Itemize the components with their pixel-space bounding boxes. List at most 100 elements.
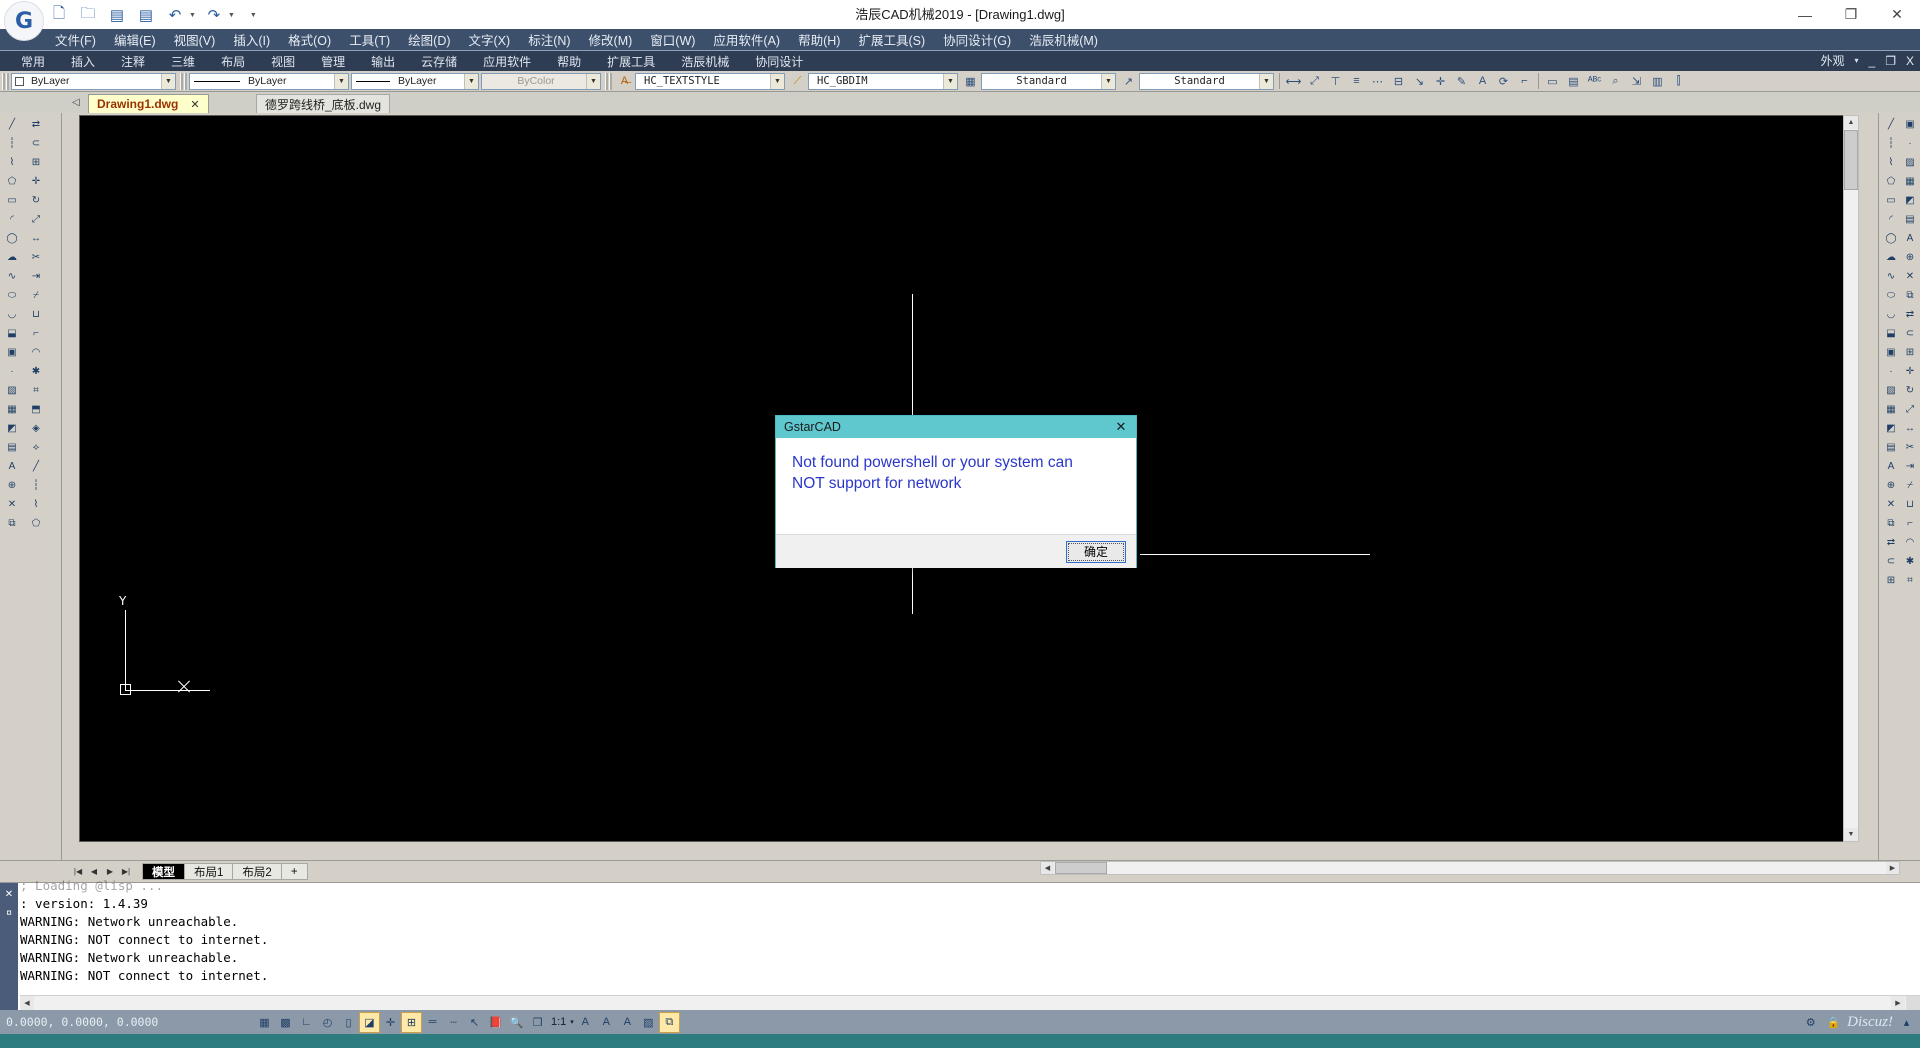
off-layer-icon[interactable]: ⬭ xyxy=(1881,286,1901,305)
arc-icon[interactable]: ◜ xyxy=(2,210,22,229)
spline-icon[interactable]: ∿ xyxy=(2,267,22,286)
delete-layer-icon[interactable]: · xyxy=(1900,134,1920,153)
unisolate-layer-icon[interactable]: ☁ xyxy=(1881,248,1901,267)
break-icon[interactable]: ⌿ xyxy=(26,286,46,305)
annotation-scale-label[interactable]: 1:1 xyxy=(551,1016,566,1028)
multiline-text-icon[interactable]: A xyxy=(2,457,22,476)
leader-icon[interactable]: ↘ xyxy=(1410,72,1429,91)
fillet-icon[interactable]: ◠ xyxy=(26,343,46,362)
menu-item-12[interactable]: 帮助(H) xyxy=(789,28,849,51)
app-logo[interactable]: G xyxy=(4,1,44,41)
menu-item-9[interactable]: 修改(M) xyxy=(580,28,642,51)
appearance-caret-icon[interactable]: ▾ xyxy=(1851,56,1863,65)
baseline-dimension-icon[interactable]: ≡ xyxy=(1347,72,1366,91)
ribbon-tab-0[interactable]: 常用 xyxy=(8,51,58,72)
clean-screen-toggle[interactable]: ⧉ xyxy=(658,1011,680,1033)
ribbon-tab-2[interactable]: 注释 xyxy=(108,51,158,72)
thickness-icon[interactable]: ⊕ xyxy=(1881,476,1901,495)
plot-icon[interactable]: ⊞ xyxy=(1881,571,1901,590)
lineweight-combo-arrow-icon[interactable]: ▼ xyxy=(586,73,600,89)
appearance-label[interactable]: 外观 xyxy=(1817,52,1849,69)
ribbon-tab-10[interactable]: 帮助 xyxy=(544,51,594,72)
workspace-switch[interactable]: ❐ xyxy=(528,1013,547,1032)
offset-icon[interactable]: ⊂ xyxy=(26,134,46,153)
ribbon-tab-13[interactable]: 协同设计 xyxy=(742,51,816,72)
freeze-layer-icon[interactable]: ⌐ xyxy=(1900,514,1920,533)
freeze-layer-icon[interactable]: ∿ xyxy=(1881,267,1901,286)
view-icon[interactable]: ⧉ xyxy=(1900,286,1920,305)
plot-icon[interactable]: ⊞ xyxy=(1900,343,1920,362)
toolbar-grip-3[interactable] xyxy=(605,72,612,90)
menu-item-1[interactable]: 编辑(E) xyxy=(105,28,165,51)
close-button[interactable]: ✕ xyxy=(1874,0,1920,29)
text-columns-icon[interactable]: ⫿ xyxy=(1669,72,1688,91)
match-layer-icon[interactable]: ✂ xyxy=(1900,438,1920,457)
textstyle-combo-arrow-icon[interactable]: ▼ xyxy=(770,73,784,89)
unlock-layer-icon[interactable]: ⌗ xyxy=(1900,571,1920,590)
join-icon[interactable]: ⊔ xyxy=(26,305,46,324)
command-panel-close-icon[interactable]: ✕ xyxy=(5,889,13,900)
lock-layer-icon[interactable]: ◡ xyxy=(1881,305,1901,324)
lock-icon[interactable]: 🔒 xyxy=(1824,1013,1843,1032)
justify-text-icon[interactable]: ▥ xyxy=(1648,72,1667,91)
render-icon[interactable]: ✕ xyxy=(1881,495,1901,514)
layers-icon[interactable]: ✛ xyxy=(1900,362,1920,381)
menu-item-11[interactable]: 应用软件(A) xyxy=(704,28,789,51)
ribbon-tab-12[interactable]: 浩辰机械 xyxy=(668,51,742,72)
ribbon-tab-5[interactable]: 视图 xyxy=(258,51,308,72)
text-style-icon[interactable]: ▨ xyxy=(1900,153,1920,172)
maximize-button[interactable]: ❐ xyxy=(1828,0,1874,29)
add-selected-icon[interactable]: ⊕ xyxy=(2,476,22,495)
point-style-icon[interactable]: ▤ xyxy=(1900,210,1920,229)
command-history[interactable]: ; Loading @lisp ...: version: 1.4.39 WARN… xyxy=(20,875,1900,994)
polygon-icon[interactable]: ⟡ xyxy=(26,438,46,457)
table-style-icon[interactable]: ◩ xyxy=(1900,191,1920,210)
off-layer-icon[interactable]: ◠ xyxy=(1900,533,1920,552)
dim-edit-icon[interactable]: ✎ xyxy=(1452,72,1471,91)
snap-toggle[interactable]: ▩ xyxy=(276,1013,295,1032)
make-block-icon[interactable]: ▣ xyxy=(2,343,22,362)
toolbar-grip[interactable] xyxy=(2,72,9,90)
hatch-icon[interactable]: ▨ xyxy=(2,381,22,400)
layer-combo-arrow-icon[interactable]: ▼ xyxy=(161,73,175,89)
table-style-icon[interactable]: ◩ xyxy=(1881,419,1901,438)
scroll-left-icon[interactable]: ◀ xyxy=(1041,862,1054,874)
tolerance-icon[interactable]: ⊤ xyxy=(1326,72,1345,91)
polygon-icon[interactable]: ⬠ xyxy=(2,172,22,191)
expand-status-icon[interactable]: ▴ xyxy=(1897,1013,1916,1032)
isolate-objects-icon[interactable]: ▨ xyxy=(639,1013,658,1032)
doc-close-button[interactable]: X xyxy=(1902,54,1918,68)
unisolate-layer-icon[interactable]: ⊔ xyxy=(1900,495,1920,514)
dim-style-icon[interactable]: ▦ xyxy=(1881,400,1901,419)
continue-dimension-icon[interactable]: ⋯ xyxy=(1368,72,1387,91)
vertical-scroll-thumb[interactable] xyxy=(1844,130,1858,190)
drawing-tab-scroll-left-icon[interactable]: ◁ xyxy=(72,97,80,108)
circle-icon[interactable]: ⌇ xyxy=(26,495,46,514)
stretch-icon[interactable]: ↔ xyxy=(26,229,46,248)
dim-text-edit-icon[interactable]: A xyxy=(1473,72,1492,91)
canvas-vertical-scrollbar[interactable]: ▲ ▼ xyxy=(1843,115,1859,842)
canvas-horizontal-scrollbar[interactable]: ◀ ▶ xyxy=(1040,861,1900,875)
color-combo[interactable]: ByLayer ▼ xyxy=(189,72,349,90)
rotate-icon[interactable]: ↻ xyxy=(26,191,46,210)
construction-line-icon[interactable]: ⬒ xyxy=(26,400,46,419)
text-style-icon[interactable]: ▨ xyxy=(1881,381,1901,400)
doc-minimize-button[interactable]: _ xyxy=(1865,54,1880,68)
toolbar-grip-2[interactable] xyxy=(180,72,187,90)
make-current-icon[interactable]: ⬠ xyxy=(1881,172,1901,191)
point-style-icon[interactable]: ▤ xyxy=(1881,438,1901,457)
quick-properties-toggle[interactable]: 🔍 xyxy=(507,1013,526,1032)
linetype-combo[interactable]: ByLayer ▼ xyxy=(351,72,479,90)
point-icon[interactable]: · xyxy=(2,362,22,381)
command-scroll-left-icon[interactable]: ◀ xyxy=(20,996,34,1010)
layer-state-icon[interactable]: ⌇ xyxy=(1881,153,1901,172)
polyline-icon[interactable]: ◈ xyxy=(26,419,46,438)
dim-break-icon[interactable]: ⌐ xyxy=(1515,72,1534,91)
ribbon-tab-4[interactable]: 布局 xyxy=(208,51,258,72)
table-style-icon[interactable]: ▦ xyxy=(961,72,980,91)
tablestyle-combo-arrow-icon[interactable]: ▼ xyxy=(1101,73,1115,89)
layers-icon[interactable]: ╱ xyxy=(1881,115,1901,134)
drawing-tab-deluo[interactable]: 德罗跨线桥_底板.dwg xyxy=(256,94,391,113)
polar-toggle[interactable]: ◴ xyxy=(318,1013,337,1032)
match-layer-icon[interactable]: ▭ xyxy=(1881,191,1901,210)
